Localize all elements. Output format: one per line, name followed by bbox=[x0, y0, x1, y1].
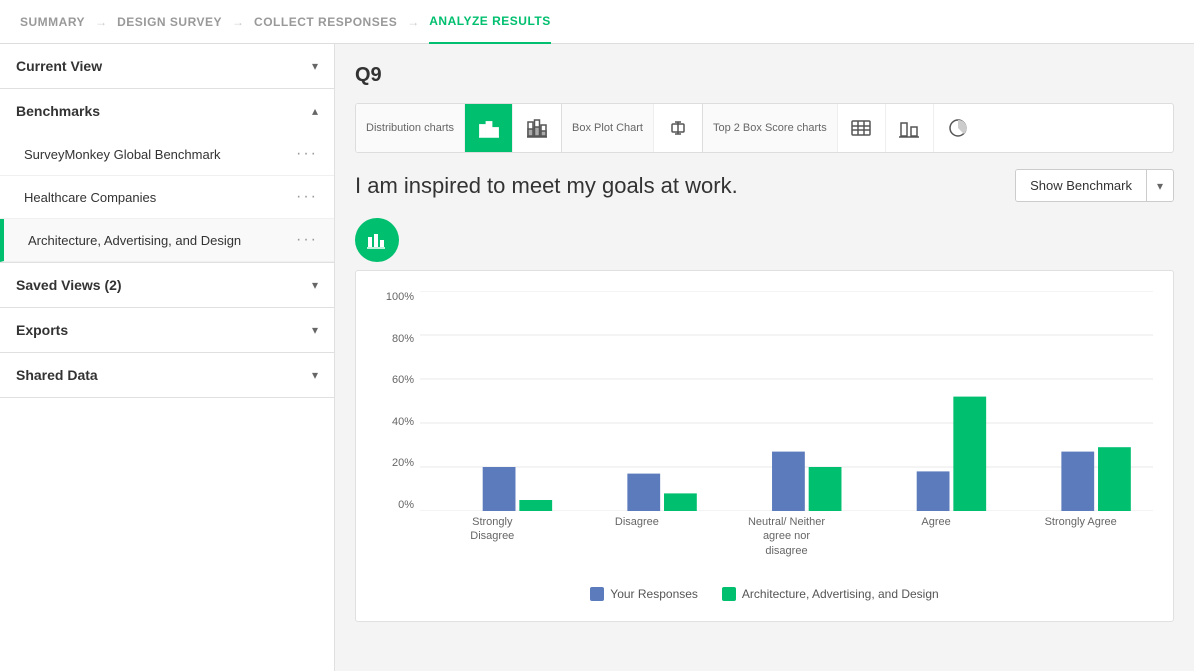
benchmarks-chevron: ▴ bbox=[312, 104, 318, 118]
benchmarks-section: Benchmarks ▴ SurveyMonkey Global Benchma… bbox=[0, 89, 334, 263]
chart-btn-bar[interactable] bbox=[465, 104, 513, 152]
nav-step-design[interactable]: DESIGN SURVEY bbox=[117, 15, 222, 29]
nav-step-analyze[interactable]: ANALYZE RESULTS bbox=[429, 0, 551, 44]
top-nav: SUMMARY → DESIGN SURVEY → COLLECT RESPON… bbox=[0, 0, 1194, 44]
nav-arrow-3: → bbox=[407, 15, 419, 29]
sidebar: Current View ▾ Benchmarks ▴ SurveyMonkey… bbox=[0, 44, 335, 671]
chart-btn-boxplot[interactable] bbox=[654, 104, 702, 152]
circle-chart-icon bbox=[947, 117, 969, 139]
y-label-80: 80% bbox=[392, 333, 414, 345]
benchmarks-label: Benchmarks bbox=[16, 103, 100, 119]
benchmark-healthcare-menu[interactable]: ··· bbox=[296, 188, 318, 206]
shared-data-label: Shared Data bbox=[16, 367, 98, 383]
main-layout: Current View ▾ Benchmarks ▴ SurveyMonkey… bbox=[0, 44, 1194, 671]
benchmark-global-menu[interactable]: ··· bbox=[296, 145, 318, 163]
bar2-chart-icon bbox=[898, 117, 920, 139]
y-label-100: 100% bbox=[386, 291, 414, 303]
benchmark-item-global[interactable]: SurveyMonkey Global Benchmark ··· bbox=[0, 133, 334, 176]
nav-step-summary[interactable]: SUMMARY bbox=[20, 15, 85, 29]
nav-arrow-1: → bbox=[95, 15, 107, 29]
chart-legend: Your Responses Architecture, Advertising… bbox=[376, 587, 1153, 601]
benchmarks-header[interactable]: Benchmarks ▴ bbox=[0, 89, 334, 133]
x-label-3: Agree bbox=[896, 515, 976, 558]
exports-chevron: ▾ bbox=[312, 323, 318, 337]
main-content: Q9 Distribution charts bbox=[335, 44, 1194, 671]
question-id: Q9 bbox=[355, 64, 1174, 87]
exports-label: Exports bbox=[16, 322, 68, 338]
question-title: I am inspired to meet my goals at work. bbox=[355, 173, 1015, 199]
chart-type-bar: Distribution charts bbox=[355, 103, 1174, 153]
benchmark-item-architecture[interactable]: Architecture, Advertising, and Design ··… bbox=[0, 219, 334, 262]
distribution-label: Distribution charts bbox=[356, 104, 465, 152]
chart-btn-stacked[interactable] bbox=[513, 104, 561, 152]
shared-data-chevron: ▾ bbox=[312, 368, 318, 382]
chart-icon-row bbox=[355, 218, 1174, 262]
benchmark-global-label: SurveyMonkey Global Benchmark bbox=[24, 147, 221, 162]
legend-architecture-label: Architecture, Advertising, and Design bbox=[742, 587, 939, 601]
saved-views-label: Saved Views (2) bbox=[16, 277, 122, 293]
legend-your-responses: Your Responses bbox=[590, 587, 698, 601]
chart-btn-table[interactable] bbox=[838, 104, 886, 152]
top2box-label: Top 2 Box Score charts bbox=[703, 104, 838, 152]
exports-header[interactable]: Exports ▾ bbox=[0, 308, 334, 352]
show-benchmark-button[interactable]: Show Benchmark ▾ bbox=[1015, 169, 1174, 202]
shared-data-header[interactable]: Shared Data ▾ bbox=[0, 353, 334, 397]
chart-group-top2box: Top 2 Box Score charts bbox=[703, 104, 982, 152]
current-view-label: Current View bbox=[16, 58, 102, 74]
chart-group-boxplot: Box Plot Chart bbox=[562, 104, 703, 152]
x-label-0: Strongly Disagree bbox=[452, 515, 532, 558]
legend-your-responses-label: Your Responses bbox=[610, 587, 698, 601]
current-view-chevron: ▾ bbox=[312, 59, 318, 73]
show-benchmark-label[interactable]: Show Benchmark bbox=[1016, 170, 1147, 201]
show-benchmark-dropdown[interactable]: ▾ bbox=[1147, 171, 1173, 201]
chart-group-distribution: Distribution charts bbox=[356, 104, 562, 152]
y-label-20: 20% bbox=[392, 457, 414, 469]
nav-arrow-2: → bbox=[232, 15, 244, 29]
bar-chart: 100% 80% 60% 40% 20% 0% bbox=[376, 291, 1153, 571]
bar-chart-icon bbox=[478, 117, 500, 139]
nav-step-collect[interactable]: COLLECT RESPONSES bbox=[254, 15, 397, 29]
boxplot-icon bbox=[667, 117, 689, 139]
boxplot-label: Box Plot Chart bbox=[562, 104, 654, 152]
legend-blue-dot bbox=[590, 587, 604, 601]
legend-green-dot bbox=[722, 587, 736, 601]
benchmark-healthcare-label: Healthcare Companies bbox=[24, 190, 156, 205]
exports-section: Exports ▾ bbox=[0, 308, 334, 353]
legend-architecture: Architecture, Advertising, and Design bbox=[722, 587, 939, 601]
saved-views-header[interactable]: Saved Views (2) ▾ bbox=[0, 263, 334, 307]
benchmark-architecture-menu[interactable]: ··· bbox=[296, 231, 318, 249]
x-axis: Strongly Disagree Disagree Neutral/ Neit… bbox=[420, 515, 1153, 558]
chart-icon-circle bbox=[355, 218, 399, 262]
current-view-section: Current View ▾ bbox=[0, 44, 334, 89]
benchmark-item-healthcare[interactable]: Healthcare Companies ··· bbox=[0, 176, 334, 219]
question-title-bar: I am inspired to meet my goals at work. … bbox=[355, 169, 1174, 202]
current-view-header[interactable]: Current View ▾ bbox=[0, 44, 334, 88]
x-label-2: Neutral/ Neither agree nor disagree bbox=[741, 515, 831, 558]
y-label-0: 0% bbox=[398, 499, 414, 511]
bar-chart-svg bbox=[420, 291, 1153, 511]
chart-btn-circle[interactable] bbox=[934, 104, 982, 152]
y-axis: 100% 80% 60% 40% 20% 0% bbox=[376, 291, 420, 511]
saved-views-chevron: ▾ bbox=[312, 278, 318, 292]
saved-views-section: Saved Views (2) ▾ bbox=[0, 263, 334, 308]
x-label-1: Disagree bbox=[597, 515, 677, 558]
benchmark-architecture-label: Architecture, Advertising, and Design bbox=[28, 233, 241, 248]
x-label-4: Strongly Agree bbox=[1041, 515, 1121, 558]
y-label-40: 40% bbox=[392, 416, 414, 428]
shared-data-section: Shared Data ▾ bbox=[0, 353, 334, 398]
y-label-60: 60% bbox=[392, 374, 414, 386]
chart-btn-bar2[interactable] bbox=[886, 104, 934, 152]
bar-chart-container: 100% 80% 60% 40% 20% 0% bbox=[355, 270, 1174, 622]
bar-chart-small-icon bbox=[366, 229, 388, 251]
table-chart-icon bbox=[850, 117, 872, 139]
stacked-bar-icon bbox=[526, 117, 548, 139]
